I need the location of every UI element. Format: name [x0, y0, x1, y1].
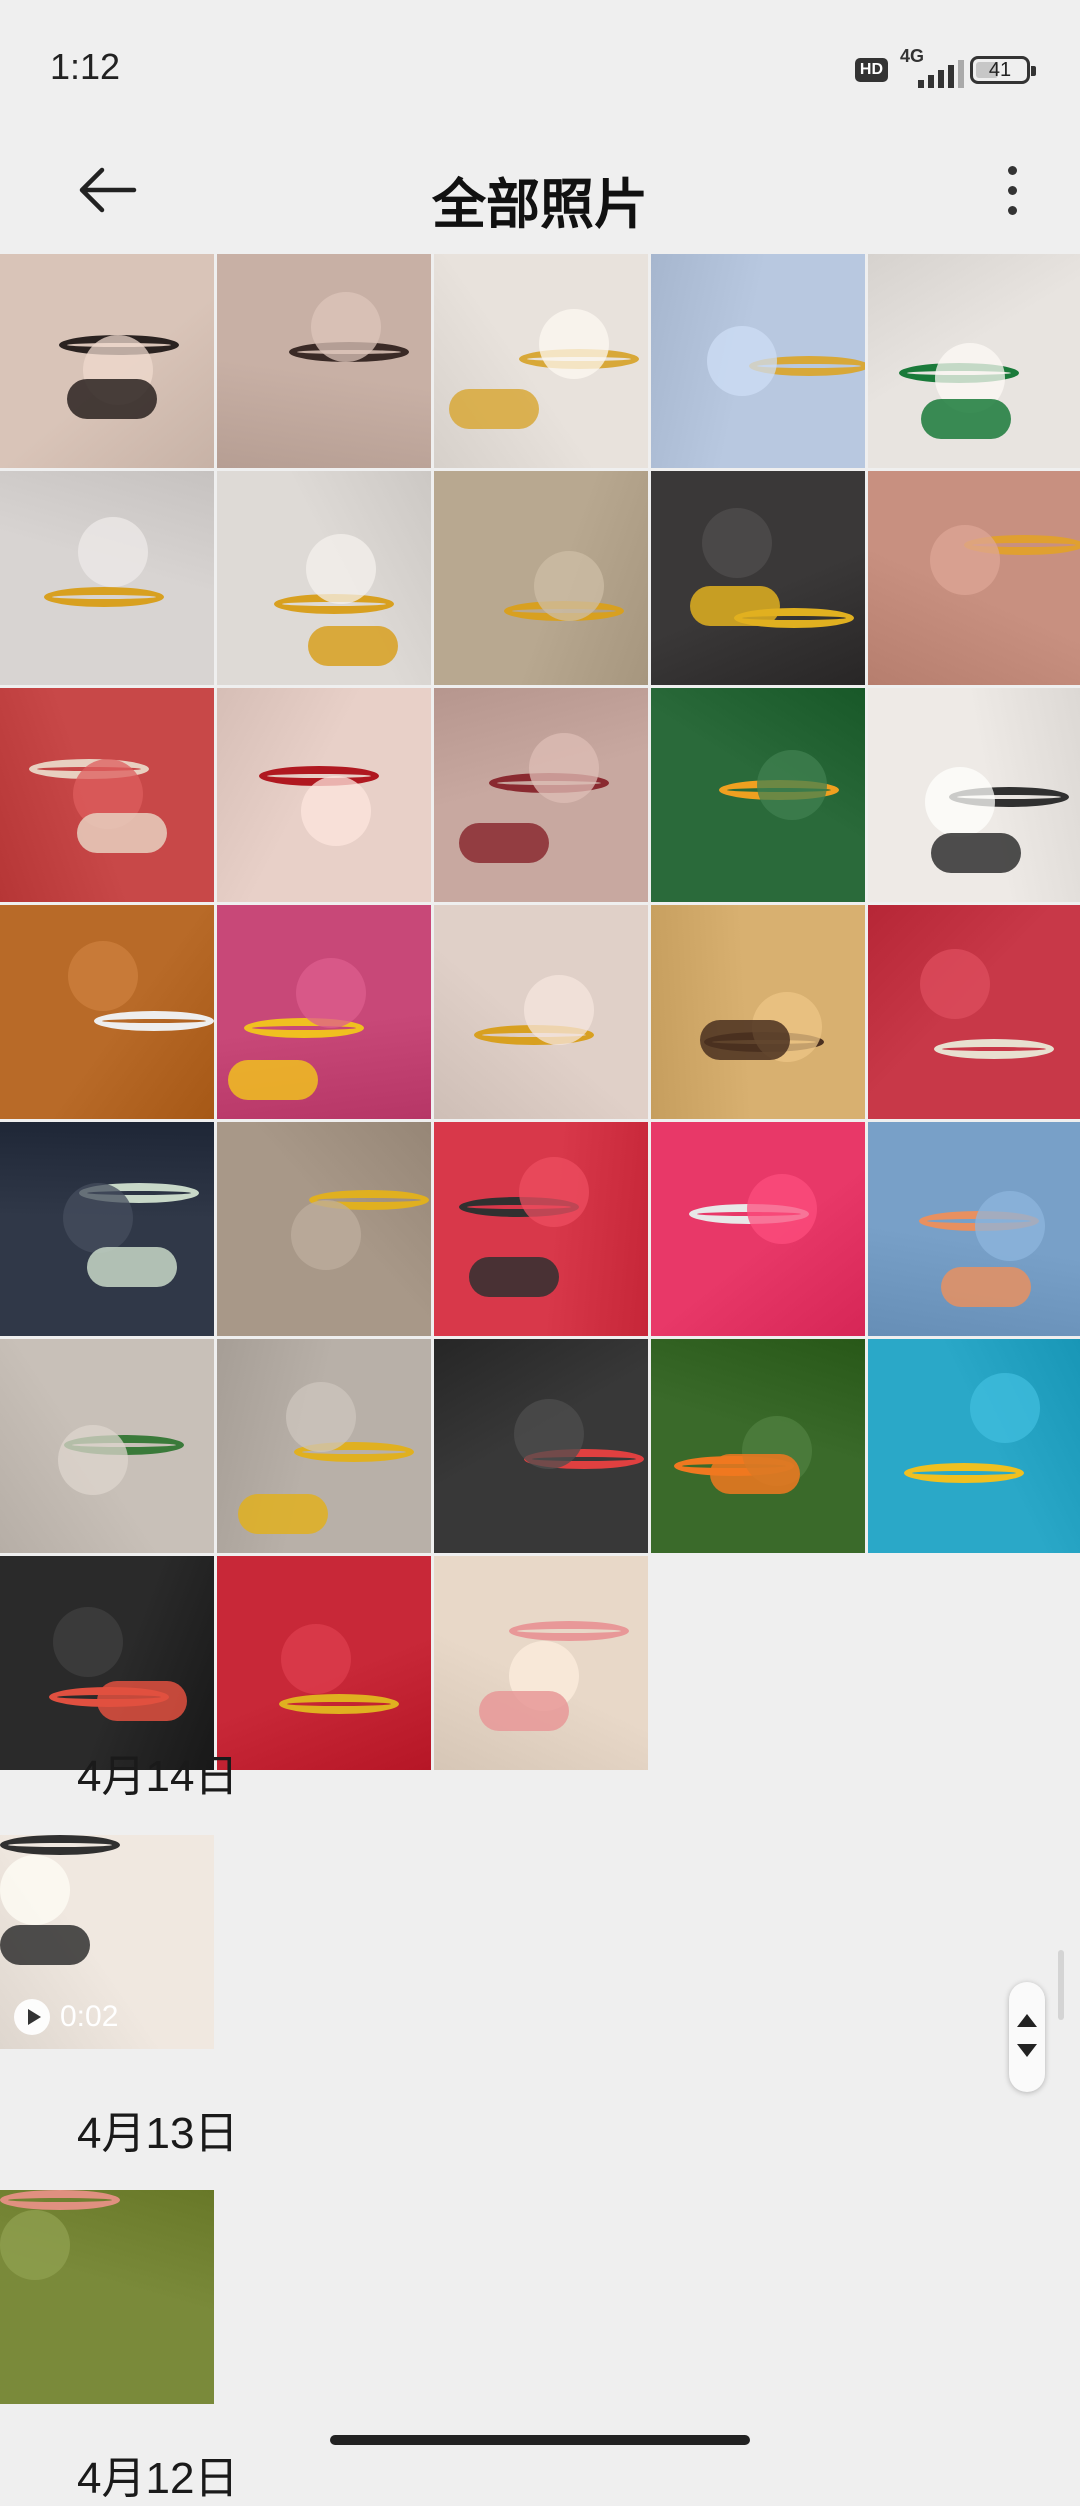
play-icon [14, 1999, 50, 2035]
scrollbar-track[interactable] [1058, 1950, 1064, 2020]
photo-thumbnail[interactable] [217, 471, 431, 685]
photo-thumbnail[interactable] [434, 905, 648, 1119]
photo-thumbnail[interactable] [651, 1122, 865, 1336]
arrow-down-icon [1017, 2044, 1037, 2057]
signal-icon: 4G [898, 46, 964, 90]
photo-thumbnail[interactable] [0, 2190, 214, 2404]
photo-thumbnail[interactable] [0, 254, 214, 468]
photo-thumbnail[interactable] [651, 688, 865, 902]
photo-thumbnail[interactable] [651, 254, 865, 468]
photo-thumbnail[interactable] [0, 688, 214, 902]
fast-scroll-handle[interactable] [1009, 1982, 1045, 2092]
photo-thumbnail[interactable] [217, 1339, 431, 1553]
photo-thumbnail[interactable] [651, 905, 865, 1119]
photo-thumbnail[interactable] [0, 1122, 214, 1336]
arrow-left-icon [79, 167, 137, 213]
more-options-button[interactable] [982, 154, 1042, 226]
app-header: 全部照片 [0, 130, 1080, 250]
photo-thumbnail[interactable] [0, 1339, 214, 1553]
more-vertical-icon [1007, 165, 1017, 175]
photo-thumbnail[interactable] [868, 1122, 1080, 1336]
battery-icon: 41 [970, 56, 1036, 84]
hd-voice-icon: HD [854, 58, 888, 82]
photo-thumbnail[interactable] [651, 1339, 865, 1553]
arrow-up-icon [1017, 2014, 1037, 2027]
photo-thumbnail[interactable] [434, 1556, 648, 1770]
video-duration-overlay: 0:02 [14, 1999, 118, 2035]
video-thumbnail[interactable]: 0:02 [0, 1835, 214, 2049]
battery-level: 41 [988, 58, 1012, 81]
photo-thumbnail[interactable] [434, 688, 648, 902]
photo-thumbnail[interactable] [868, 254, 1080, 468]
page-title: 全部照片 [432, 175, 648, 235]
status-bar: 1:12 HD 4G 41 [0, 0, 1080, 130]
photo-thumbnail[interactable] [217, 254, 431, 468]
photo-grid [0, 254, 1080, 1770]
photo-thumbnail[interactable] [0, 905, 214, 1119]
back-button[interactable] [72, 154, 144, 226]
status-icons: HD 4G 41 [854, 46, 1036, 90]
photo-thumbnail[interactable] [651, 471, 865, 685]
section-date-header: 4月14日 [77, 1752, 239, 1801]
photo-thumbnail[interactable] [434, 254, 648, 468]
photo-thumbnail[interactable] [0, 1556, 214, 1770]
photo-thumbnail[interactable] [868, 1339, 1080, 1553]
section-date-header: 4月13日 [77, 2109, 239, 2158]
photo-thumbnail[interactable] [868, 905, 1080, 1119]
photo-thumbnail[interactable] [0, 471, 214, 685]
section-date-header: 4月12日 [77, 2454, 239, 2503]
photo-thumbnail[interactable] [217, 1122, 431, 1336]
home-indicator[interactable] [330, 2435, 750, 2445]
photo-thumbnail[interactable] [217, 1556, 431, 1770]
photo-thumbnail[interactable] [868, 471, 1080, 685]
photo-thumbnail[interactable] [434, 1122, 648, 1336]
photo-thumbnail[interactable] [434, 1339, 648, 1553]
video-duration: 0:02 [60, 2000, 119, 2033]
status-time: 1:12 [50, 46, 121, 87]
photo-thumbnail[interactable] [868, 688, 1080, 902]
photo-thumbnail[interactable] [434, 471, 648, 685]
photo-thumbnail[interactable] [217, 688, 431, 902]
photo-thumbnail[interactable] [217, 905, 431, 1119]
